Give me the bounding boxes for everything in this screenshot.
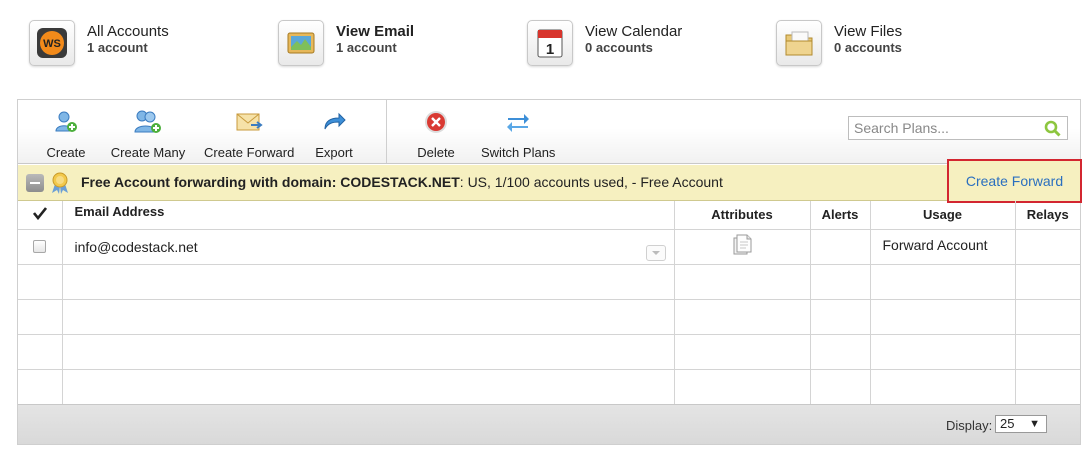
col-relays[interactable]: Relays [1015,201,1080,230]
usage-cell: Forward Account [870,229,1016,265]
nav-title[interactable]: View Files [834,24,902,40]
empty-row [18,264,1080,300]
create-many-label: Create Many [110,145,186,160]
document-icon[interactable] [731,234,753,260]
export-arrow-icon [314,108,354,136]
delete-icon [416,108,456,136]
empty-row [18,334,1080,370]
ws-logo-icon[interactable]: WS [29,20,75,66]
email-address[interactable]: info@codestack.net [75,239,198,255]
switch-plans-button[interactable]: Switch Plans [481,108,556,160]
collapse-icon[interactable] [26,174,44,192]
attributes-cell [674,229,811,265]
forward-mail-icon [204,108,294,136]
nav-view-email[interactable]: View Email 1 account [278,20,414,66]
relays-cell [1015,229,1080,265]
col-usage[interactable]: Usage [870,201,1016,230]
create-forward-label: Create Forward [204,145,295,160]
email-cell[interactable]: info@codestack.net [62,229,675,265]
delete-button[interactable]: Delete [416,108,456,160]
delete-label: Delete [417,145,455,160]
toolbar: Create Create Many Create Forward Export… [18,100,1080,164]
create-button[interactable]: Create [44,108,88,160]
add-user-icon [44,108,88,136]
plan-title: Free Account forwarding with domain: COD… [81,174,460,190]
search-box [848,116,1068,140]
page-size-value: 25 [1000,416,1015,431]
search-icon[interactable] [1044,120,1061,142]
switch-arrows-icon [481,108,555,136]
nav-view-calendar[interactable]: 1 View Calendar 0 accounts [527,20,682,66]
quick-nav: WS All Accounts 1 account View Email 1 a… [0,0,1089,80]
nav-count: 0 accounts [585,40,653,55]
plan-description: Free Account forwarding with domain: COD… [81,174,723,190]
email-map-icon[interactable] [278,20,324,66]
svg-text:WS: WS [43,38,61,50]
create-label: Create [46,145,86,160]
accounts-table: Email Address Attributes Alerts Usage Re… [18,201,1080,405]
create-forward-button[interactable]: Create Forward [204,108,295,160]
display-label: Display: [946,418,993,433]
row-checkbox[interactable] [33,240,47,253]
nav-title[interactable]: View Calendar [585,24,682,40]
nav-view-files[interactable]: View Files 0 accounts [776,20,902,66]
plan-details: : US, 1/100 accounts used, - Free Accoun… [459,174,723,190]
col-alerts[interactable]: Alerts [810,201,871,230]
plan-bar: Free Account forwarding with domain: COD… [18,159,1082,203]
empty-row [18,369,1080,405]
page-size-select[interactable]: 25 ▼ [995,415,1047,433]
col-email-address[interactable]: Email Address [62,201,675,230]
export-button[interactable]: Export [314,108,354,160]
toolbar-divider [386,100,387,163]
calendar-icon[interactable]: 1 [527,20,573,66]
svg-text:1: 1 [546,41,554,58]
create-many-button[interactable]: Create Many [110,108,186,160]
nav-count: 0 accounts [834,40,902,55]
checkmark-icon[interactable] [32,206,47,223]
files-folder-icon[interactable] [776,20,822,66]
table-header-row: Email Address Attributes Alerts Usage Re… [18,201,1080,230]
table-footer: Display: 25 ▼ [18,404,1080,444]
search-plans-input[interactable] [852,118,1038,138]
add-users-icon [110,108,186,136]
nav-title[interactable]: View Email [336,24,414,40]
col-attributes[interactable]: Attributes [674,201,811,230]
switch-plans-label: Switch Plans [481,145,556,160]
award-ribbon-icon [51,172,69,197]
nav-title[interactable]: All Accounts [87,24,169,40]
nav-all-accounts[interactable]: WS All Accounts 1 account [29,20,169,66]
accounts-panel: Create Create Many Create Forward Export… [17,99,1082,445]
create-forward-link[interactable]: Create Forward [947,159,1082,203]
empty-row [18,299,1080,335]
row-menu-dropdown-icon[interactable] [645,244,666,261]
export-label: Export [315,145,353,160]
select-all-header[interactable] [18,201,63,230]
dropdown-arrow-icon[interactable]: ▼ [1029,416,1040,432]
alerts-cell [810,229,871,265]
nav-count: 1 account [87,40,148,55]
nav-count: 1 account [336,40,397,55]
table-row[interactable]: info@codestack.net Forward Account [18,229,1080,265]
